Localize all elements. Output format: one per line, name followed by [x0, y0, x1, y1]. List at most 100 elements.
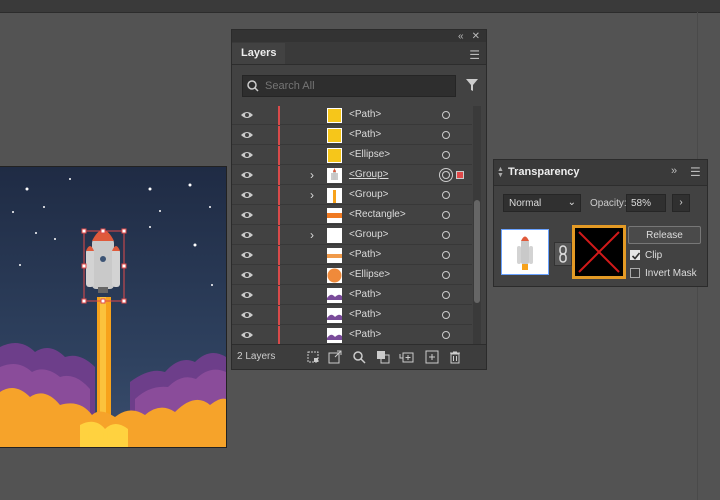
layer-color-bar	[278, 226, 280, 245]
eye-icon[interactable]	[240, 170, 254, 180]
collapse-icon[interactable]: «	[458, 31, 464, 42]
chevron-right-icon[interactable]: ›	[310, 228, 314, 242]
layer-label[interactable]: <Ellipse>	[349, 269, 390, 280]
layer-thumbnail	[327, 328, 342, 343]
search-input[interactable]	[263, 79, 447, 93]
layer-color-bar	[278, 166, 280, 185]
locate-object-icon[interactable]	[352, 350, 366, 364]
chevron-down-icon: ⌄	[567, 197, 576, 208]
opacity-mask-thumbnail[interactable]	[572, 225, 626, 279]
panel-title[interactable]: Transparency	[508, 166, 580, 178]
search-box	[242, 75, 478, 97]
layer-row[interactable]: <Path>	[232, 106, 472, 125]
clip-checkbox[interactable]	[630, 250, 641, 260]
layer-row[interactable]: <Path>	[232, 126, 472, 145]
target-circle[interactable]	[442, 251, 450, 259]
target-circle[interactable]	[442, 191, 450, 199]
target-circle-selected[interactable]	[442, 171, 450, 179]
layer-row[interactable]: › <Group>	[232, 186, 472, 205]
layer-label[interactable]: <Path>	[349, 129, 381, 140]
layer-label[interactable]: <Path>	[349, 109, 381, 120]
eye-icon[interactable]	[240, 310, 254, 320]
eye-icon[interactable]	[240, 150, 254, 160]
layer-row[interactable]: › <Group>	[232, 226, 472, 245]
eye-icon[interactable]	[240, 270, 254, 280]
eye-icon[interactable]	[240, 190, 254, 200]
panel-menu-icon[interactable]: ☰	[469, 48, 480, 62]
invert-mask-checkbox[interactable]	[630, 268, 640, 278]
release-button[interactable]: Release	[628, 226, 701, 244]
target-circle[interactable]	[442, 151, 450, 159]
new-sublayer-icon[interactable]	[399, 350, 415, 364]
empty-mask-icon	[578, 231, 620, 273]
eye-icon[interactable]	[240, 290, 254, 300]
artwork-thumbnail[interactable]	[501, 229, 549, 275]
target-circle[interactable]	[442, 271, 450, 279]
layer-label[interactable]: <Path>	[349, 289, 381, 300]
layer-label[interactable]: <Group>	[349, 169, 388, 180]
layer-thumbnail	[327, 148, 342, 163]
target-circle[interactable]	[442, 311, 450, 319]
layer-row[interactable]: › <Group>	[232, 166, 472, 185]
eye-icon[interactable]	[240, 230, 254, 240]
layer-row[interactable]: <Ellipse>	[232, 266, 472, 285]
layer-label[interactable]: <Path>	[349, 309, 381, 320]
chevron-right-icon[interactable]: ›	[310, 188, 314, 202]
trash-icon[interactable]	[448, 350, 462, 364]
eye-icon[interactable]	[240, 210, 254, 220]
layer-row[interactable]: <Path>	[232, 246, 472, 265]
filter-icon[interactable]	[464, 77, 480, 93]
layer-label[interactable]: <Rectangle>	[349, 209, 406, 220]
layer-color-bar	[278, 146, 280, 165]
layer-row[interactable]: <Ellipse>	[232, 146, 472, 165]
layer-color-bar	[278, 246, 280, 265]
layer-thumbnail	[327, 288, 342, 303]
target-circle[interactable]	[442, 111, 450, 119]
selection-indicator[interactable]	[456, 171, 464, 179]
opacity-input[interactable]: 58%	[626, 194, 666, 212]
layer-color-bar	[278, 206, 280, 225]
eye-icon[interactable]	[240, 130, 254, 140]
layer-label[interactable]: <Path>	[349, 329, 381, 340]
clipping-mask-icon[interactable]	[376, 350, 390, 364]
layer-label[interactable]: <Group>	[349, 189, 388, 200]
opacity-slider-button[interactable]: ›	[672, 194, 690, 212]
layer-row[interactable]: <Path>	[232, 286, 472, 305]
layer-thumbnail	[327, 168, 342, 183]
artboard[interactable]	[0, 166, 227, 448]
layer-row[interactable]: <Path>	[232, 326, 472, 345]
layer-color-bar	[278, 306, 280, 325]
link-icon[interactable]	[554, 242, 572, 266]
target-circle[interactable]	[442, 231, 450, 239]
panel-menu-icon[interactable]: ☰	[690, 165, 701, 179]
layer-list: <Path> <Path> <Ellipse> › <Group> › <Gro…	[232, 106, 472, 346]
new-layer-icon[interactable]	[425, 350, 439, 364]
layer-label[interactable]: <Group>	[349, 229, 388, 240]
layer-row[interactable]: <Rectangle>	[232, 206, 472, 225]
layer-thumbnail	[327, 268, 342, 283]
chevron-right-icon[interactable]: ›	[310, 168, 314, 182]
invert-mask-label: Invert Mask	[645, 268, 697, 279]
layer-row[interactable]: <Path>	[232, 306, 472, 325]
transparency-panel: ▲ ▼ Transparency » ☰ Normal ⌄ Opacity: 58…	[493, 159, 708, 287]
target-circle[interactable]	[442, 331, 450, 339]
scrollbar-thumb[interactable]	[474, 200, 480, 303]
panel-toggle-icon[interactable]: ▲ ▼	[497, 166, 504, 179]
tab-layers[interactable]: Layers	[232, 43, 286, 64]
collect-for-export-icon[interactable]	[306, 350, 320, 364]
eye-icon[interactable]	[240, 110, 254, 120]
layer-label[interactable]: <Ellipse>	[349, 149, 390, 160]
close-icon[interactable]: ✕	[472, 31, 480, 42]
target-circle[interactable]	[442, 131, 450, 139]
eye-icon[interactable]	[240, 330, 254, 340]
eye-icon[interactable]	[240, 250, 254, 260]
layers-scrollbar[interactable]	[473, 106, 481, 346]
target-circle[interactable]	[442, 291, 450, 299]
layer-label[interactable]: <Path>	[349, 249, 381, 260]
target-circle[interactable]	[442, 211, 450, 219]
export-icon[interactable]	[328, 350, 342, 364]
checkmark-icon	[631, 252, 641, 260]
blend-mode-value: Normal	[509, 198, 542, 209]
expand-icon[interactable]: »	[671, 165, 677, 177]
blend-mode-select[interactable]: Normal ⌄	[503, 194, 581, 212]
